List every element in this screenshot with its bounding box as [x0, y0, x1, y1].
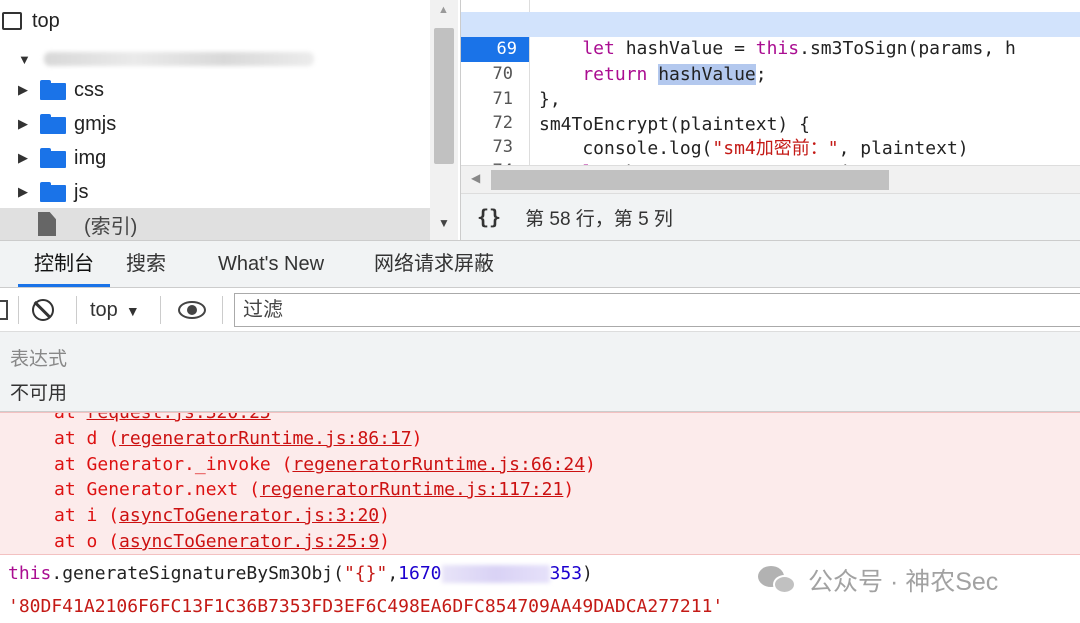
folder-icon	[40, 114, 66, 134]
tree-item-top[interactable]: top	[0, 4, 430, 38]
source-link[interactable]: asyncToGenerator.js:3:20	[119, 505, 379, 526]
tree-item-label: img	[74, 146, 107, 169]
eye-icon[interactable]	[178, 301, 206, 319]
wechat-icon	[758, 564, 798, 596]
source-link[interactable]: regeneratorRuntime.js:86:17	[119, 428, 412, 449]
console-command[interactable]: this.generateSignatureBySm3Obj("{}",1670…	[8, 563, 593, 584]
code-line[interactable]: 74 // key = this.hexToStr(key)	[461, 134, 1080, 207]
stack-frame: at Generator.next (regeneratorRuntime.js…	[54, 479, 575, 500]
tree-item-index[interactable]: (索引)	[0, 208, 430, 240]
stack-frame: at Generator._invoke (regeneratorRuntime…	[54, 454, 596, 475]
cursor-position: 第 58 行，第 5 列	[525, 208, 673, 230]
expression-value: 不可用	[10, 383, 68, 404]
code-line[interactable]: 71 sm4ToEncrypt(plaintext) {	[461, 62, 1080, 135]
editor-scroll-thumb[interactable]	[491, 170, 889, 190]
folder-icon	[40, 148, 66, 168]
filter-input[interactable]	[234, 293, 1080, 327]
console-error-message: at request.js:320:25 at d (regeneratorRu…	[0, 412, 1080, 555]
scroll-left-icon[interactable]: ◀	[471, 171, 480, 185]
tree-item-css[interactable]: ▶ css	[0, 73, 430, 107]
tree-scroll-thumb[interactable]	[434, 28, 454, 164]
chevron-right-icon[interactable]: ▶	[18, 184, 32, 200]
code-editor[interactable]: 68 let hashValue = this.sm3ToSign(params…	[460, 0, 1080, 240]
tab-whats-new[interactable]: What's New	[218, 241, 324, 288]
frame-icon	[2, 12, 22, 30]
source-link[interactable]: regeneratorRuntime.js:117:21	[260, 479, 563, 500]
toolbar-divider	[18, 296, 19, 324]
code-line[interactable]: 72 console.log("sm4加密前：", plaintext)	[461, 86, 1080, 159]
stack-frame: at d (regeneratorRuntime.js:86:17)	[54, 428, 423, 449]
pretty-print-icon[interactable]: {}	[477, 205, 501, 229]
tree-item-label: top	[32, 9, 60, 32]
active-tab-indicator	[18, 284, 110, 287]
tree-scrollbar[interactable]: ▲ ▼	[430, 0, 458, 240]
tree-item-js[interactable]: ▶ js	[0, 175, 430, 209]
toolbar-divider	[76, 296, 77, 324]
file-navigator: top ▼ ▶ css ▶ gmjs ▶ img ▶ js (索引) ▲ ▼	[0, 0, 458, 240]
folder-icon	[40, 80, 66, 100]
toolbar-divider	[222, 296, 223, 324]
tree-item-img[interactable]: ▶ img	[0, 141, 430, 175]
live-expression[interactable]: 表达式 不可用	[0, 332, 1080, 412]
context-value: top	[90, 299, 118, 321]
tree-item-label: (索引)	[84, 215, 138, 238]
caret-down-icon: ▼	[125, 303, 140, 319]
tree-item-origin[interactable]: ▼	[0, 42, 430, 76]
tab-network-request-blocking[interactable]: 网络请求屏蔽	[374, 241, 494, 288]
source-link[interactable]: regeneratorRuntime.js:66:24	[292, 454, 585, 475]
editor-horizontal-scrollbar[interactable]: ◀	[461, 165, 1080, 193]
file-icon	[38, 212, 56, 236]
folder-icon	[40, 182, 66, 202]
watermark-text: 公众号 · 神农Sec	[808, 568, 999, 596]
tree-item-label: gmjs	[74, 112, 117, 135]
clear-console-icon[interactable]	[32, 299, 54, 321]
console-result: '80DF41A2106F6FC13F1C36B7353FD3EF6C498EA…	[8, 596, 724, 617]
code-line-active[interactable]: 69 return hashValue;	[461, 12, 1080, 85]
console-toolbar: top ▼	[0, 288, 1080, 332]
stack-frame: at o (asyncToGenerator.js:25:9)	[54, 531, 390, 552]
editor-status-bar: {} 第 58 行，第 5 列	[461, 193, 1080, 240]
scroll-down-icon[interactable]: ▼	[438, 216, 450, 230]
stack-frame: at i (asyncToGenerator.js:3:20)	[54, 505, 390, 526]
code-line[interactable]: 70 },	[461, 37, 1080, 110]
tree-item-label: js	[74, 180, 89, 203]
drawer-tab-bar: 控制台 搜索 What's New 网络请求屏蔽	[0, 240, 1080, 288]
tree-item-label: css	[74, 78, 104, 101]
code-line[interactable]: 68 let hashValue = this.sm3ToSign(params…	[461, 0, 1080, 59]
chevron-right-icon[interactable]: ▶	[18, 116, 32, 132]
source-link[interactable]: request.js:320:25	[87, 413, 271, 423]
context-selector[interactable]: top ▼	[90, 288, 140, 332]
sources-panel: top ▼ ▶ css ▶ gmjs ▶ img ▶ js (索引) ▲ ▼ l…	[0, 0, 1080, 240]
chevron-right-icon[interactable]: ▶	[18, 150, 32, 166]
watermark: 公众号 · 神农Sec	[758, 562, 998, 598]
expression-label[interactable]: 表达式	[10, 344, 67, 371]
code-line[interactable]: 73 let key = store.state.smkey.remoteSM4…	[461, 110, 1080, 183]
tree-item-gmjs[interactable]: ▶ gmjs	[0, 107, 430, 141]
tab-search[interactable]: 搜索	[126, 241, 166, 288]
stack-frame: at request.js:320:25	[54, 413, 271, 426]
blurred-origin-label	[44, 52, 314, 66]
scroll-up-icon[interactable]: ▲	[438, 4, 449, 16]
chevron-down-icon[interactable]: ▼	[18, 52, 32, 67]
tab-console[interactable]: 控制台	[18, 241, 110, 288]
source-link[interactable]: asyncToGenerator.js:25:9	[119, 531, 379, 552]
chevron-right-icon[interactable]: ▶	[18, 82, 32, 98]
sidebar-toggle-icon[interactable]	[0, 300, 8, 320]
toolbar-divider	[160, 296, 161, 324]
redacted-number	[441, 565, 550, 583]
